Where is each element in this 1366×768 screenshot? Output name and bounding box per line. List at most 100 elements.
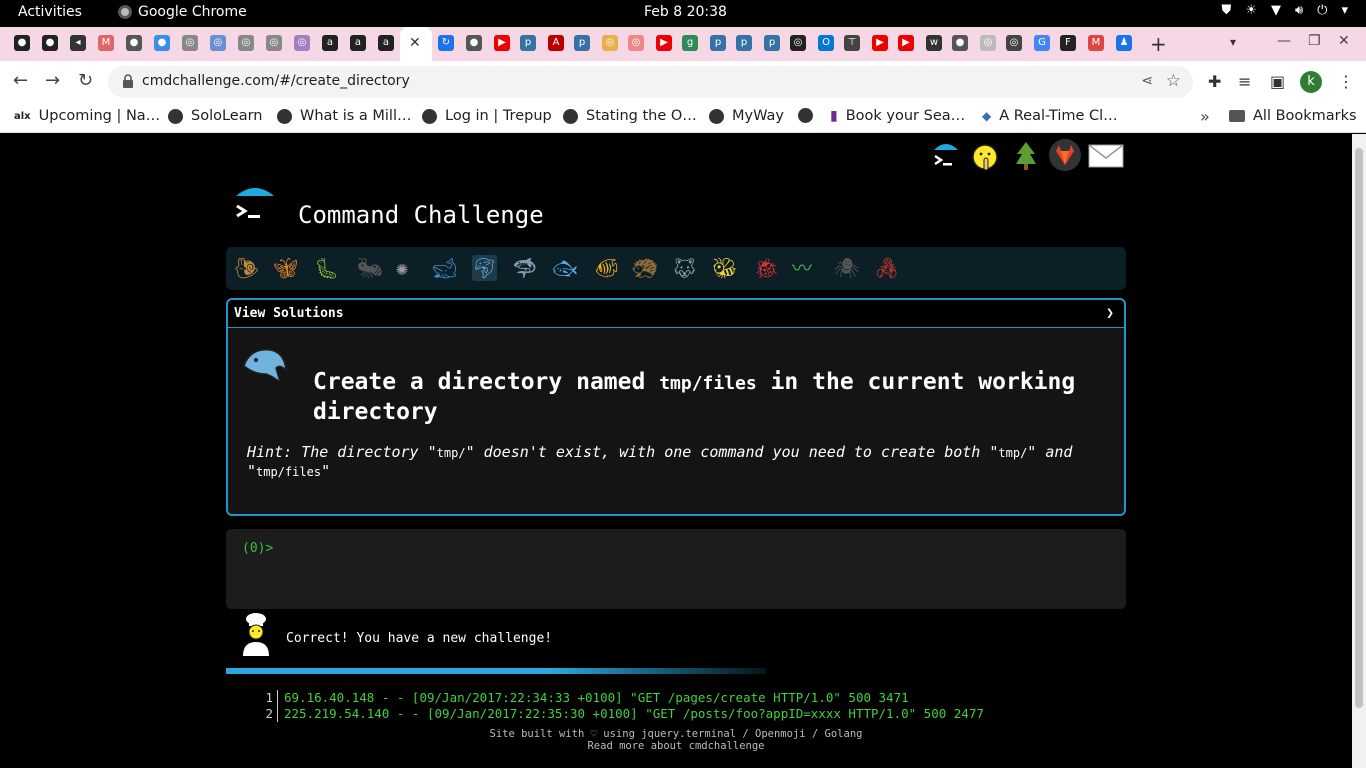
hedgehog-icon[interactable]: 🦔︎ [632,255,657,281]
shushing-face-icon[interactable] [970,142,1000,174]
gitlab-icon[interactable] [1048,138,1082,172]
alx-tab-icon[interactable]: a [322,35,338,51]
forward-button[interactable]: → [45,70,60,91]
bookmark-item[interactable]: ▮ Book your Sea… [830,108,965,124]
bookmark-item[interactable]: alx Upcoming | Na… [14,108,160,124]
activities-button[interactable]: Activities [18,4,82,20]
footer-read-more-link[interactable]: Read more about cmdchallenge [0,740,1352,752]
bookmark-item[interactable]: MyWay [709,108,784,124]
github-tab-icon[interactable]: ● [14,35,30,51]
fish-icon[interactable]: 🐟︎ [552,255,577,281]
pdf-tab-icon[interactable]: A [548,35,564,51]
alx-tab-icon[interactable]: a [350,35,366,51]
bookmark-item[interactable] [798,108,813,123]
bee-icon[interactable]: 🐝︎ [712,255,737,281]
site-info-icon[interactable] [122,74,134,88]
gmail-tab-icon[interactable]: M [98,35,114,51]
globe-tab-icon[interactable]: ● [466,35,482,51]
chrome-tab-icon[interactable]: ◎ [1006,35,1022,51]
address-bar[interactable]: cmdchallenge.com/#/create_directory ⋖ ☆ [108,66,1193,98]
footer-credits[interactable]: Site built with ♡ using jquery.terminal … [0,728,1352,740]
more-bookmarks-button[interactable]: » [1200,107,1210,126]
terminal-input[interactable]: (0)> [226,529,1126,609]
youtube-tab-icon[interactable]: ▶ [656,35,672,51]
minimize-button[interactable]: — [1277,33,1291,49]
bookmark-item[interactable]: ◆ A Real-Time Cl… [982,108,1118,124]
tab-icon[interactable]: ◎ [628,35,644,51]
spider-web-icon[interactable]: ✺ [396,255,408,281]
bookmark-item[interactable]: Log in | Trepup [422,108,552,124]
python-tab-icon[interactable]: p [574,35,590,51]
back-button[interactable]: ← [13,70,28,91]
restore-button[interactable]: ❐ [1308,33,1321,49]
tab-icon[interactable]: F [1060,35,1076,51]
google-tab-icon[interactable]: G [1034,35,1050,51]
bookmark-item[interactable]: What is a Mill… [277,108,412,124]
tab-icon[interactable]: ◎ [294,35,310,51]
system-tray[interactable]: ⛊ ☀ ▼ 🔊︎ ⏻ ▾ [1222,3,1348,18]
audio-tab-icon[interactable]: ◂ [70,35,86,51]
bookmark-item[interactable]: Stating the O… [563,108,697,124]
gmail-tab-icon[interactable]: M [1088,35,1104,51]
globe-tab-icon[interactable]: ● [154,35,170,51]
profile-avatar[interactable]: k [1300,71,1322,93]
bookmark-item[interactable]: SoloLearn [168,108,263,124]
view-solutions-toggle[interactable]: View Solutions ❯ [228,300,1124,328]
scrollbar-thumb[interactable] [1355,148,1363,708]
gfg-tab-icon[interactable]: g [682,35,698,51]
mail-icon[interactable] [1088,144,1124,168]
new-tab-button[interactable]: + [1150,32,1167,56]
tab-icon[interactable]: ◎ [266,35,282,51]
tab-icon[interactable]: ⊤ [844,35,860,51]
caterpillar-icon[interactable]: 🐛︎ [314,255,339,281]
wix-tab-icon[interactable]: w [926,35,942,51]
tab-icon[interactable]: ↻ [438,35,454,51]
tab-icon[interactable]: ◎ [238,35,254,51]
tab-icon[interactable]: ◎ [602,35,618,51]
tab-icon[interactable]: ◎ [210,35,226,51]
youtube-tab-icon[interactable]: ▶ [898,35,914,51]
butterfly-icon[interactable]: 🦋︎ [273,255,298,281]
share-icon[interactable]: ⋖ [1141,73,1153,89]
spider-icon[interactable]: 🕷︎ [834,255,859,281]
globe-tab-icon[interactable]: ● [952,35,968,51]
worm-icon[interactable]: 〰 [792,255,812,281]
ladybug-icon[interactable]: 🐞︎ [754,255,779,281]
outlook-tab-icon[interactable]: O [818,35,834,51]
page-scrollbar[interactable] [1352,134,1366,768]
bookmark-star-icon[interactable]: ☆ [1166,71,1181,91]
side-panel-icon[interactable]: ▣ [1270,72,1285,91]
snail-icon[interactable]: 🐌︎ [234,255,259,281]
tab-icon[interactable]: ◎ [980,35,996,51]
ant-icon[interactable]: 🐜︎ [357,255,382,281]
youtube-tab-icon[interactable]: ▶ [494,35,510,51]
clock[interactable]: Feb 8 20:38 [644,4,727,20]
python-tab-icon[interactable]: p [736,35,752,51]
globe-tab-icon[interactable]: ● [126,35,142,51]
dolphin-icon[interactable]: 🐬︎ [472,255,498,281]
url-text[interactable]: cmdchallenge.com/#/create_directory [142,73,410,89]
alx-tab-icon[interactable]: a [378,35,394,51]
media-controls-icon[interactable]: ≡ [1238,72,1251,91]
app-menu[interactable]: Google Chrome [118,4,247,20]
tree-icon[interactable] [1014,140,1038,172]
shark-icon[interactable]: 🦈︎ [512,255,537,281]
more-menu-icon[interactable]: ⋮ [1338,72,1354,91]
tab-icon[interactable]: ◎ [182,35,198,51]
tab-icon[interactable]: ♟ [1116,35,1132,51]
reload-button[interactable]: ↻ [78,70,93,91]
openai-tab-icon[interactable]: ◎ [790,35,806,51]
extensions-icon[interactable]: ✚ [1208,72,1221,91]
github-tab-icon[interactable]: ● [42,35,58,51]
tropical-fish-icon[interactable]: 🐠︎ [594,255,619,281]
close-window-button[interactable]: ✕ [1338,33,1350,49]
tab-active[interactable]: ✕ [400,27,432,61]
tab-search-button[interactable]: ▾ [1230,35,1236,49]
close-icon[interactable]: ✕ [409,35,421,51]
scorpion-icon[interactable]: 🦂︎ [874,255,899,281]
wolf-icon[interactable]: 🐺︎ [672,255,697,281]
whale-icon[interactable]: 🐋︎ [432,255,457,281]
python-tab-icon[interactable]: p [710,35,726,51]
youtube-tab-icon[interactable]: ▶ [872,35,888,51]
all-bookmarks-button[interactable]: All Bookmarks [1229,108,1357,124]
